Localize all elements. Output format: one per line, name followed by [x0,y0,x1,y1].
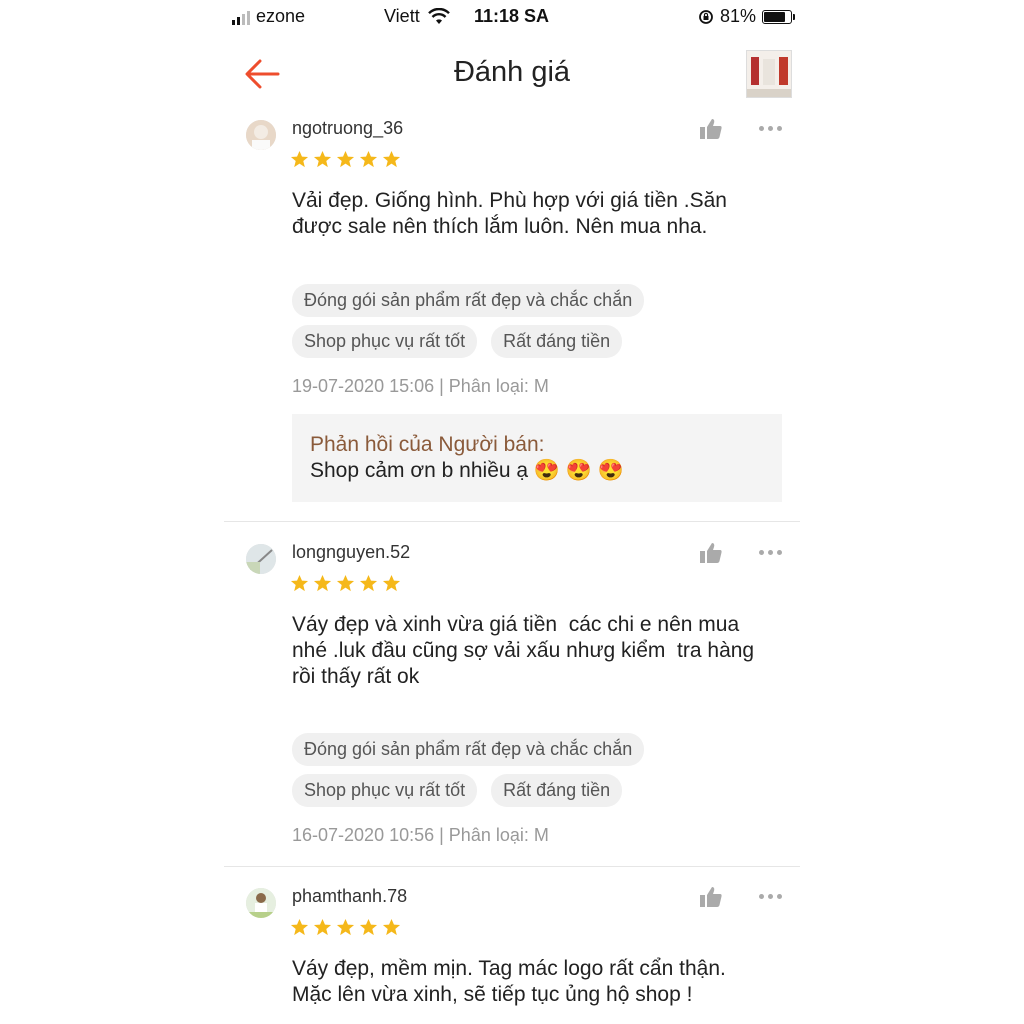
star-icon [336,574,355,592]
review-text-line: được sale nên thích lắm luôn. Nên mua nh… [292,215,708,238]
review-tag[interactable]: Rất đáng tiền [491,774,623,807]
review-text: Váy đẹp và xinh vừa giá tiền các chi e n… [292,612,782,690]
rating-stars [290,574,401,593]
more-options-button[interactable] [754,118,786,138]
star-icon [290,574,309,592]
thumbs-up-icon [700,543,722,563]
review-text-line: Váy đẹp, mềm mịn. Tag mác logo rất cẩn t… [292,957,726,980]
review-tags: Đóng gói sản phẩm rất đẹp và chắc chắn S… [292,284,792,358]
carrier-name-2: Viett [384,6,420,26]
review-tags: Đóng gói sản phẩm rất đẹp và chắc chắn S… [292,733,792,807]
review-meta: 19-07-2020 15:06 | Phân loại: M [292,376,549,396]
review-item: longnguyen.52 Váy đẹp và xinh vừa giá ti… [224,536,800,856]
avatar[interactable] [246,120,276,150]
divider [224,866,800,867]
clock: 11:18 SA [474,6,550,26]
star-icon [336,150,355,168]
reviewer-name[interactable]: longnguyen.52 [292,542,410,563]
star-icon [313,150,332,168]
status-bar: ezone Viett 11:18 SA 81% [224,0,800,32]
like-button[interactable] [698,540,724,566]
star-icon [382,574,401,592]
seller-reply-text: Shop cảm ơn b nhiều ạ 😍 😍 😍 [310,459,625,482]
review-item: phamthanh.78 Váy đẹp, mềm mịn. Tag mác l… [224,880,800,1024]
avatar-image [246,120,276,150]
star-icon [290,918,309,936]
product-thumbnail[interactable] [746,50,792,98]
signal-icon [232,9,250,25]
battery-percent: 81% [719,6,756,26]
star-icon [313,918,332,936]
reviewer-name[interactable]: ngotruong_36 [292,118,403,139]
wifi-icon [427,7,450,24]
product-image [747,51,791,97]
rotation-lock-icon [699,9,713,24]
battery-icon [762,9,795,24]
like-button[interactable] [698,116,724,142]
more-options-button[interactable] [754,542,786,562]
review-text-line: rồi thấy rất ok [292,665,420,688]
thumbs-up-icon [700,887,722,907]
carrier-name: ezone [256,6,306,26]
review-tag[interactable]: Shop phục vụ rất tốt [292,325,478,358]
rating-stars [290,150,401,169]
review-text-line: Vải đẹp. Giống hình. Phù hợp với giá tiề… [292,189,727,212]
star-icon [336,918,355,936]
review-text: Váy đẹp, mềm mịn. Tag mác logo rất cẩn t… [292,956,782,1008]
review-tag[interactable]: Đóng gói sản phẩm rất đẹp và chắc chắn [292,284,645,317]
avatar-image [246,544,276,574]
star-icon [382,918,401,936]
review-text-line: nhé .luk đầu cũng sợ vải xấu nhưg kiểm t… [292,639,755,662]
star-icon [359,150,378,168]
review-tag[interactable]: Rất đáng tiền [491,325,623,358]
review-item: ngotruong_36 Vải đẹp. Giống hình. Phù hợ… [224,112,800,512]
carrier-group: ezone [232,6,305,27]
star-icon [359,574,378,592]
like-button[interactable] [698,884,724,910]
seller-reply-title: Phản hồi của Người bán: [310,433,545,456]
network-group: Viett [384,6,450,27]
review-tag[interactable]: Đóng gói sản phẩm rất đẹp và chắc chắn [292,733,645,766]
thumbs-up-icon [700,119,722,139]
avatar-image [246,888,276,918]
review-text-line: Mặc lên vừa xinh, sẽ tiếp tục ủng hộ sho… [292,983,693,1006]
divider [224,521,800,522]
page-title: Đánh giá [453,56,571,88]
star-icon [313,574,332,592]
rating-stars [290,918,401,937]
review-text: Vải đẹp. Giống hình. Phù hợp với giá tiề… [292,188,782,240]
star-icon [359,918,378,936]
review-meta: 16-07-2020 10:56 | Phân loại: M [292,825,549,845]
avatar[interactable] [246,888,276,918]
star-icon [382,150,401,168]
seller-reply: Phản hồi của Người bán: Shop cảm ơn b nh… [292,414,782,502]
review-text-line: Váy đẹp và xinh vừa giá tiền các chi e n… [292,613,740,636]
more-options-button[interactable] [754,886,786,906]
reviewer-name[interactable]: phamthanh.78 [292,886,407,907]
avatar[interactable] [246,544,276,574]
star-icon [290,150,309,168]
battery-group: 81% [698,6,795,27]
review-tag[interactable]: Shop phục vụ rất tốt [292,774,478,807]
